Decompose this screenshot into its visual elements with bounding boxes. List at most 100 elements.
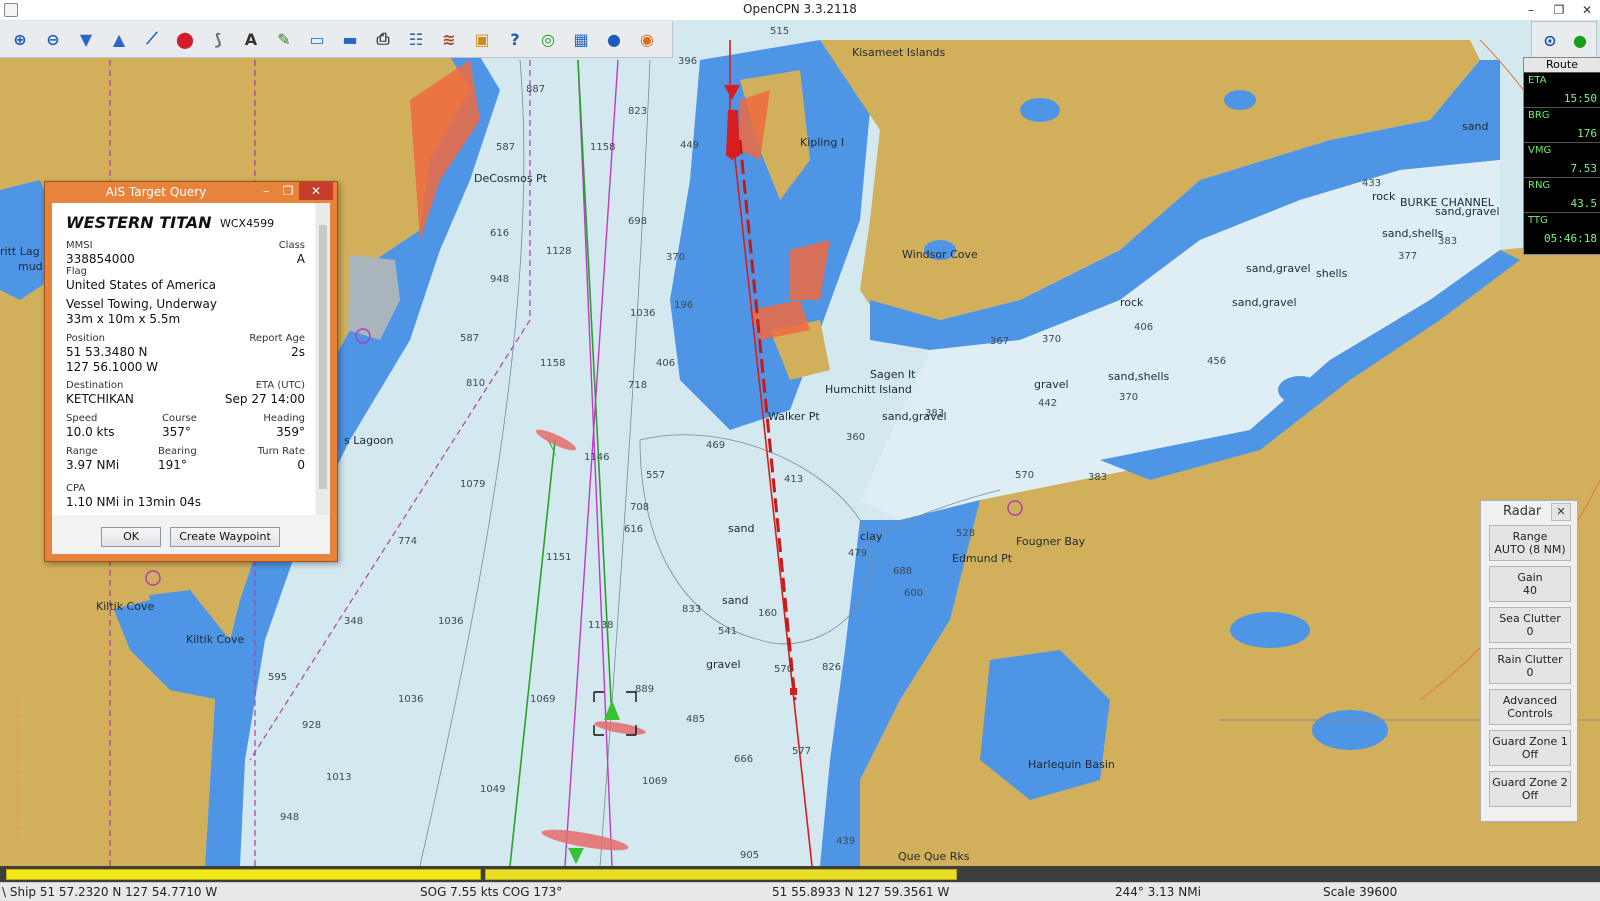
ok-button[interactable]: OK <box>101 527 161 547</box>
route-manager-icon[interactable]: ☷ <box>402 25 430 53</box>
compass-icon[interactable]: ⊙ <box>1536 26 1564 54</box>
minimize-button[interactable]: – <box>1518 0 1544 20</box>
report-age-value: 2s <box>291 345 305 359</box>
seabed-label: sand,gravel <box>1435 205 1500 218</box>
dialog-scrollbar[interactable] <box>316 203 330 515</box>
depth-sounding: 442 <box>1038 398 1057 409</box>
map-label: Kipling I <box>800 136 844 149</box>
seabed-label: rock <box>1372 190 1396 203</box>
depth-sounding: 383 <box>925 408 944 419</box>
close-button[interactable]: ✕ <box>1574 0 1600 20</box>
depth-sounding: 439 <box>836 836 855 847</box>
chart-bar-primary[interactable] <box>6 869 481 880</box>
radar-button-value: AUTO (8 NM) <box>1494 543 1566 556</box>
depth-sounding: 595 <box>268 672 287 683</box>
longitude-value: 127 56.1000 W <box>66 360 159 374</box>
radar-header: Radar ✕ <box>1481 501 1577 523</box>
depth-sounding: 370 <box>1119 392 1138 403</box>
depth-sounding: 774 <box>398 536 417 547</box>
depth-sounding: 570 <box>1015 470 1034 481</box>
ais-target-query-dialog: AIS Target Query – ❐ ✕ WESTERN TITAN WCX… <box>44 181 338 562</box>
tide-icon[interactable]: ▬ <box>336 25 364 53</box>
dialog-body: WESTERN TITAN WCX4599 MMSI Class 3388540… <box>52 203 330 554</box>
depth-sounding: 396 <box>678 56 697 67</box>
dashboard-eta: ETA 15:50 <box>1524 72 1600 107</box>
sog-cog: SOG 7.55 kts COG 173° <box>420 885 563 899</box>
radar-button-guard-zone-1[interactable]: Guard Zone 1 Off <box>1489 730 1571 766</box>
dialog-minimize-button[interactable]: – <box>255 182 277 200</box>
dialog-maximize-button[interactable]: ❐ <box>277 182 299 200</box>
zoom-in-icon[interactable]: ⊕ <box>6 25 34 53</box>
depth-sounding: 413 <box>784 474 803 485</box>
cpa-label: CPA <box>66 483 86 494</box>
dashboard-rng: RNG 43.5 <box>1524 177 1600 212</box>
flag-label: Flag <box>66 266 88 277</box>
dialog-close-button[interactable]: ✕ <box>299 182 333 200</box>
radar-button-gain[interactable]: Gain 40 <box>1489 566 1571 602</box>
seabed-label: sand <box>722 594 748 607</box>
map-label: DeCosmos Pt <box>474 172 548 185</box>
depth-sounding: 196 <box>674 300 693 311</box>
track-icon[interactable]: ≋ <box>435 25 463 53</box>
create-waypoint-button[interactable]: Create Waypoint <box>170 527 280 547</box>
scale-out-icon[interactable]: ▲ <box>105 25 133 53</box>
radar-title: Radar <box>1503 504 1542 519</box>
radar-button-advanced[interactable]: Advanced Controls <box>1489 689 1571 725</box>
radar-button-range[interactable]: Range AUTO (8 NM) <box>1489 525 1571 561</box>
heading-value: 359° <box>276 425 305 439</box>
depth-sounding: 360 <box>846 432 865 443</box>
radar-button-label: Sea Clutter <box>1499 612 1561 625</box>
seabed-label: sand,gravel <box>1232 296 1297 309</box>
chart-quilting-icon[interactable]: ✎ <box>270 25 298 53</box>
measure-icon[interactable]: ⟆ <box>204 25 232 53</box>
lifebuoy-icon[interactable]: ◉ <box>633 25 661 53</box>
map-label: Kiltik Cove <box>96 600 154 613</box>
plugin-icon[interactable]: ▦ <box>567 25 595 53</box>
seabed-label: rock <box>1120 296 1144 309</box>
seabed-label: sand,shells <box>1382 227 1444 240</box>
seabed-label: shells <box>1316 267 1348 280</box>
depth-sounding: 616 <box>624 524 643 535</box>
scrollbar-thumb[interactable] <box>319 225 327 489</box>
auto-follow-icon[interactable]: ⬤ <box>171 25 199 53</box>
map-label: Fougner Bay <box>1016 535 1086 548</box>
depth-sounding: 485 <box>686 714 705 725</box>
chart-scale: Scale 39600 <box>1323 885 1398 899</box>
depth-sounding: 528 <box>956 528 975 539</box>
map-label: Humchitt Island <box>825 383 912 396</box>
radar-button-guard-zone-2[interactable]: Guard Zone 2 Off <box>1489 771 1571 807</box>
depth-sounding: 449 <box>680 140 699 151</box>
chart-bar[interactable] <box>0 866 1600 882</box>
world-icon[interactable]: ● <box>600 25 628 53</box>
seabed-label: sand,shells <box>1108 370 1170 383</box>
radar-button-rain-clutter[interactable]: Rain Clutter 0 <box>1489 648 1571 684</box>
depth-sounding: 1049 <box>480 784 505 795</box>
text-icon[interactable]: A <box>237 25 265 53</box>
zoom-out-icon[interactable]: ⊖ <box>39 25 67 53</box>
radar-close-button[interactable]: ✕ <box>1551 503 1571 521</box>
radar-button-sea-clutter[interactable]: Sea Clutter 0 <box>1489 607 1571 643</box>
dialog-titlebar[interactable]: AIS Target Query – ❐ ✕ <box>45 182 337 202</box>
cursor-bearing-range: 244° 3.13 NMi <box>1115 885 1201 899</box>
chart-bar-secondary[interactable] <box>485 869 957 880</box>
depth-sounding: 1146 <box>584 452 609 463</box>
map-label: Windsor Cove <box>902 248 978 261</box>
depth-sounding: 370 <box>1042 334 1061 345</box>
range-value: 3.97 NMi <box>66 458 120 472</box>
route-icon[interactable]: ⟋ <box>138 25 166 53</box>
color-scheme-icon[interactable]: ▣ <box>468 25 496 53</box>
help-icon[interactable]: ? <box>501 25 529 53</box>
depth-sounding: 810 <box>466 378 485 389</box>
depth-sounding: 587 <box>460 333 479 344</box>
gps-status-icon[interactable]: ● <box>1566 26 1594 54</box>
depth-sounding: 833 <box>682 604 701 615</box>
turn-rate-value: 0 <box>297 458 305 472</box>
radar-icon[interactable]: ◎ <box>534 25 562 53</box>
maximize-button[interactable]: ❐ <box>1546 0 1572 20</box>
seabed-label: sand,gravel <box>1246 262 1311 275</box>
print-icon[interactable]: ⎙ <box>369 25 397 53</box>
scale-in-icon[interactable]: ▼ <box>72 25 100 53</box>
map-label: Sagen It <box>870 368 916 381</box>
depth-sounding: 826 <box>822 662 841 673</box>
settings-icon[interactable]: ▭ <box>303 25 331 53</box>
